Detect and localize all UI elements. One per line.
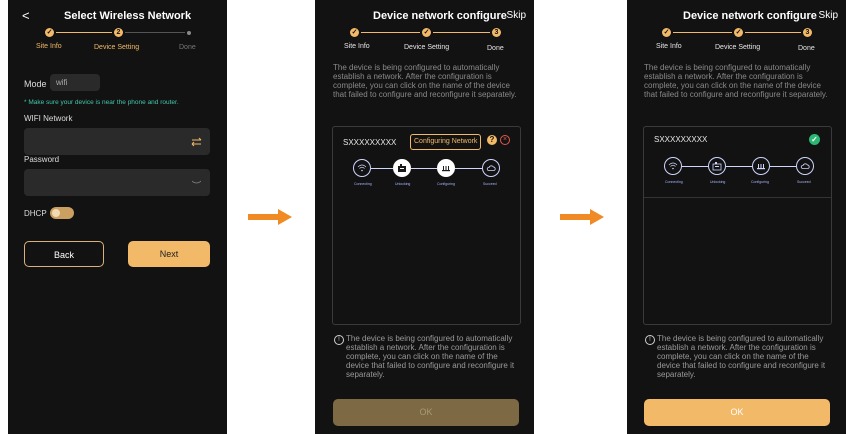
unlocking-device-icon [393, 159, 411, 177]
step-connector [361, 32, 420, 33]
step-2-check-icon: ✓ [734, 28, 743, 37]
flow-arrow-icon [248, 209, 292, 225]
step-label: Device Setting [404, 44, 450, 51]
error-close-icon[interactable]: × [500, 135, 510, 145]
step-connector [673, 32, 732, 33]
skip-button[interactable]: Skip [819, 10, 838, 21]
configuring-device-icon [437, 159, 455, 177]
eye-closed-icon[interactable] [192, 180, 201, 185]
unlocking-device-icon [708, 157, 726, 175]
step-3-indicator [187, 31, 191, 35]
node-caption: Connecting [354, 182, 372, 186]
note-text: The device is being configured to automa… [346, 334, 515, 379]
back-icon[interactable]: < [22, 8, 30, 23]
page-title: Device network configure [373, 10, 507, 22]
status-badge: Configuring Network [410, 134, 482, 150]
back-button[interactable]: Back [24, 241, 104, 267]
help-icon[interactable]: ? [487, 135, 497, 145]
node-caption: Unlocking [710, 180, 726, 184]
step-2-check-icon: ✓ [422, 28, 431, 37]
step-label: Site Info [656, 43, 682, 50]
select-wireless-network-screen: < Select Wireless Network ✓ 2 Site Info … [8, 0, 227, 434]
dhcp-toggle[interactable] [50, 207, 74, 219]
connecting-wifi-icon [353, 159, 371, 177]
step-label: Site Info [344, 43, 370, 50]
device-name[interactable]: SXXXXXXXXX [343, 138, 396, 147]
configuring-device-icon [752, 157, 770, 175]
step-connector [745, 32, 801, 33]
info-icon: ! [645, 335, 655, 345]
description-text: The device is being configured to automa… [333, 63, 517, 99]
step-label: Device Setting [94, 44, 140, 51]
step-1-check-icon: ✓ [45, 28, 54, 37]
node-caption: Configuring [751, 180, 769, 184]
device-name[interactable]: SXXXXXXXXX [654, 135, 707, 144]
device-network-configure-screen: Device network configure Skip ✓ ✓ 3 Site… [315, 0, 534, 434]
success-check-icon: ✓ [809, 134, 820, 145]
skip-button[interactable]: Skip [507, 10, 526, 21]
device-network-configured-screen: Device network configure Skip ✓ ✓ 3 Site… [627, 0, 846, 434]
progress-connector [371, 168, 393, 169]
mode-value: wifi [56, 78, 68, 87]
step-connector [125, 32, 185, 33]
header: Device network configure Skip [315, 6, 534, 26]
device-card: SXXXXXXXXX Configuring Network ? × Conne… [332, 126, 521, 325]
connecting-wifi-icon [664, 157, 682, 175]
header: Device network configure Skip [627, 6, 846, 26]
hint-text: * Make sure your device is near the phon… [24, 99, 179, 106]
password-label: Password [24, 155, 60, 164]
step-label: Device Setting [715, 44, 761, 51]
description-text: The device is being configured to automa… [644, 63, 828, 99]
node-caption: Configuring [437, 182, 455, 186]
mode-select[interactable]: wifi [50, 74, 100, 91]
progress-connector [726, 166, 752, 167]
step-2-indicator: 2 [114, 28, 123, 37]
progress-connector [682, 166, 708, 167]
next-button[interactable]: Next [128, 241, 210, 267]
progress-connector [455, 168, 482, 169]
wifi-network-input[interactable] [24, 128, 210, 155]
cloud-icon [482, 159, 500, 177]
password-input[interactable] [24, 169, 210, 196]
divider [644, 197, 831, 198]
ok-button[interactable]: OK [644, 399, 830, 426]
dhcp-label: DHCP [24, 209, 47, 218]
node-caption: Succeed [797, 180, 811, 184]
page-title: Device network configure [683, 10, 817, 22]
mode-label: Mode [24, 79, 47, 89]
step-label: Done [179, 44, 196, 51]
flow-arrow-icon [560, 209, 604, 225]
node-caption: Succeed [483, 182, 497, 186]
step-3-indicator: 3 [492, 28, 501, 37]
step-label: Done [798, 45, 815, 52]
progress-connector [411, 168, 437, 169]
device-card: SXXXXXXXXX ✓ Connecting Unlocking Config… [643, 126, 832, 325]
step-3-indicator: 3 [803, 28, 812, 37]
header: < Select Wireless Network [8, 6, 227, 26]
info-icon: ! [334, 335, 344, 345]
progress-connector [770, 166, 796, 167]
step-label: Done [487, 45, 504, 52]
step-1-check-icon: ✓ [662, 28, 671, 37]
step-connector [56, 32, 112, 33]
node-caption: Unlocking [395, 182, 411, 186]
node-caption: Connecting [665, 180, 683, 184]
wifi-network-label: WIFI Network [24, 114, 73, 123]
step-label: Site Info [36, 43, 62, 50]
cloud-icon [796, 157, 814, 175]
ok-button-disabled[interactable]: OK [333, 399, 519, 426]
step-connector [433, 32, 490, 33]
step-1-check-icon: ✓ [350, 28, 359, 37]
switch-network-icon[interactable] [191, 137, 202, 147]
page-title: Select Wireless Network [64, 10, 192, 22]
note-text: The device is being configured to automa… [657, 334, 826, 379]
toggle-knob [52, 209, 60, 217]
